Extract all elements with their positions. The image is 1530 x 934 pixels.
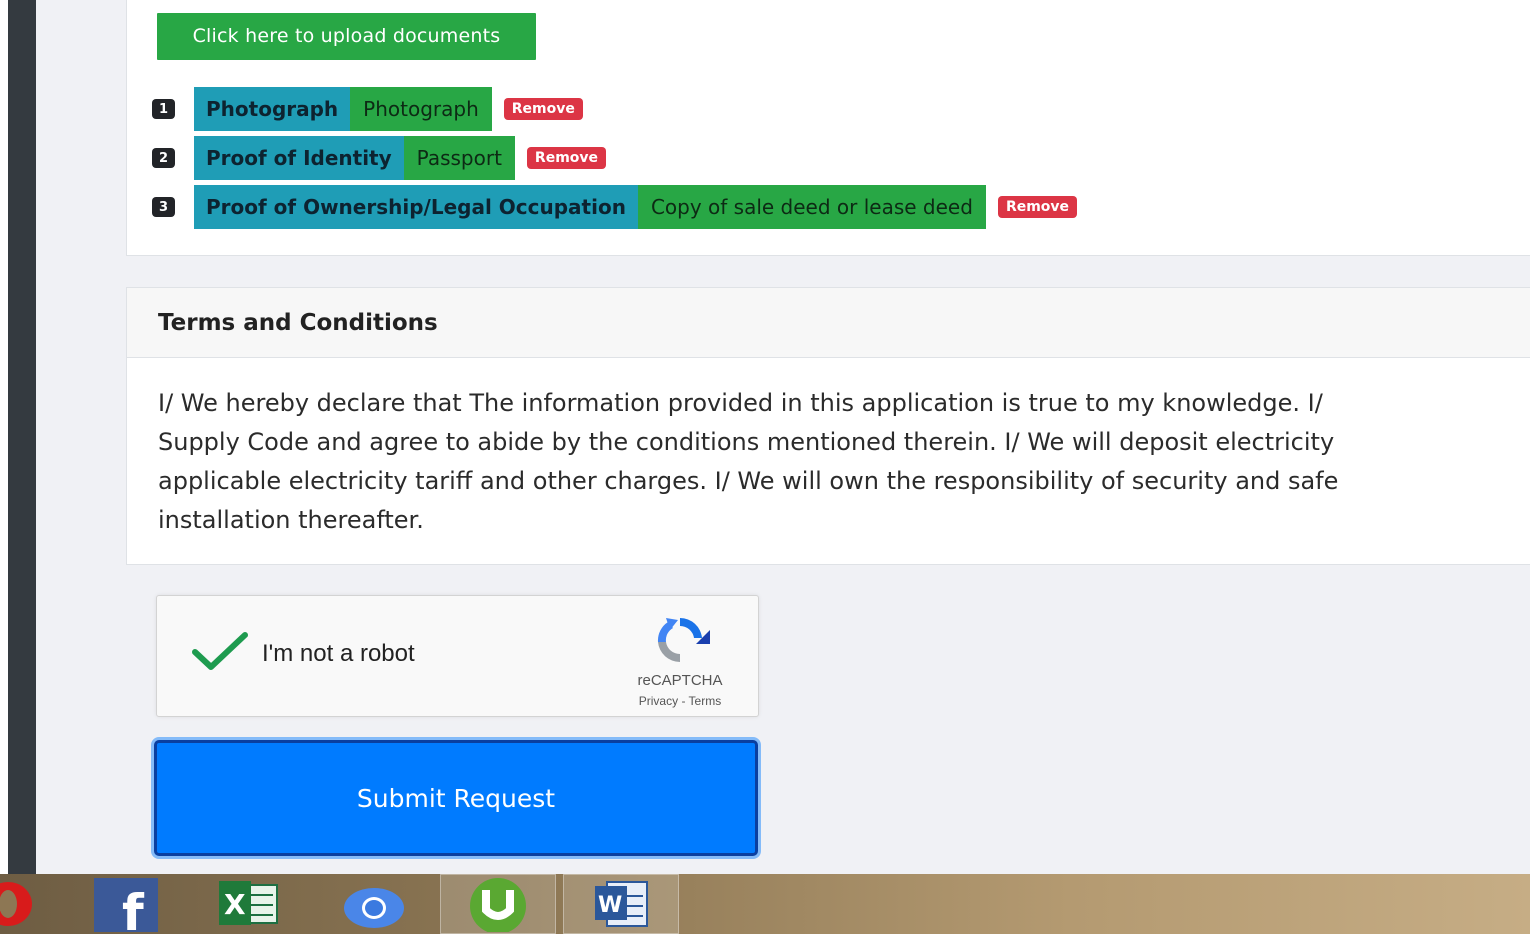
document-number-badge: 2 bbox=[152, 148, 175, 168]
terms-line: I/ We hereby declare that The informatio… bbox=[158, 389, 1323, 417]
document-type-label: Proof of Ownership/Legal Occupation bbox=[194, 185, 638, 229]
terms-text: I/ We hereby declare that The informatio… bbox=[158, 384, 1530, 540]
svg-text:W: W bbox=[598, 893, 622, 918]
submit-request-button[interactable]: Submit Request bbox=[154, 740, 758, 856]
svg-text:f: f bbox=[122, 884, 145, 932]
document-name-label: Copy of sale deed or lease deed bbox=[637, 185, 986, 229]
facebook-icon[interactable]: f bbox=[94, 874, 158, 934]
document-row: 1 Photograph Photograph Remove bbox=[152, 87, 583, 131]
sidebar-strip bbox=[8, 0, 36, 874]
taskbar: f X W bbox=[0, 874, 1530, 934]
terms-card: Terms and Conditions I/ We hereby declar… bbox=[126, 287, 1530, 565]
left-edge bbox=[0, 0, 8, 874]
document-row: 2 Proof of Identity Passport Remove bbox=[152, 136, 607, 180]
terms-line: Supply Code and agree to abide by the co… bbox=[158, 428, 1335, 456]
terms-line: applicable electricity tariff and other … bbox=[158, 467, 1339, 495]
remove-document-button[interactable]: Remove bbox=[997, 196, 1078, 218]
document-name-label: Passport bbox=[403, 136, 515, 180]
excel-icon[interactable]: X bbox=[213, 874, 283, 934]
recaptcha-widget: I'm not a robot reCAPTCHA Privacy - Term… bbox=[156, 595, 759, 717]
recaptcha-logo-icon bbox=[657, 617, 710, 663]
document-name-label: Photograph bbox=[350, 87, 492, 131]
svg-text:X: X bbox=[224, 888, 246, 921]
recaptcha-links[interactable]: Privacy - Terms bbox=[620, 694, 740, 708]
captcha-label: I'm not a robot bbox=[262, 640, 415, 667]
recaptcha-brand: reCAPTCHA bbox=[637, 672, 723, 689]
word-icon[interactable]: W bbox=[563, 874, 679, 934]
upload-documents-button[interactable]: Click here to upload documents bbox=[157, 13, 536, 60]
document-number-badge: 3 bbox=[152, 197, 175, 217]
remove-document-button[interactable]: Remove bbox=[526, 147, 607, 169]
opera-icon[interactable] bbox=[0, 874, 40, 934]
page-content: Click here to upload documents 1 Photogr… bbox=[36, 0, 1530, 874]
document-type-label: Photograph bbox=[194, 87, 351, 131]
chrome-icon[interactable] bbox=[337, 874, 411, 934]
document-row: 3 Proof of Ownership/Legal Occupation Co… bbox=[152, 185, 1078, 229]
utorrent-icon[interactable] bbox=[440, 874, 556, 934]
document-number-badge: 1 bbox=[152, 99, 175, 119]
remove-document-button[interactable]: Remove bbox=[503, 98, 583, 120]
terms-line: installation thereafter. bbox=[158, 506, 424, 534]
document-type-label: Proof of Identity bbox=[194, 136, 404, 180]
checkmark-icon[interactable] bbox=[192, 632, 248, 672]
terms-title: Terms and Conditions bbox=[127, 288, 1530, 358]
